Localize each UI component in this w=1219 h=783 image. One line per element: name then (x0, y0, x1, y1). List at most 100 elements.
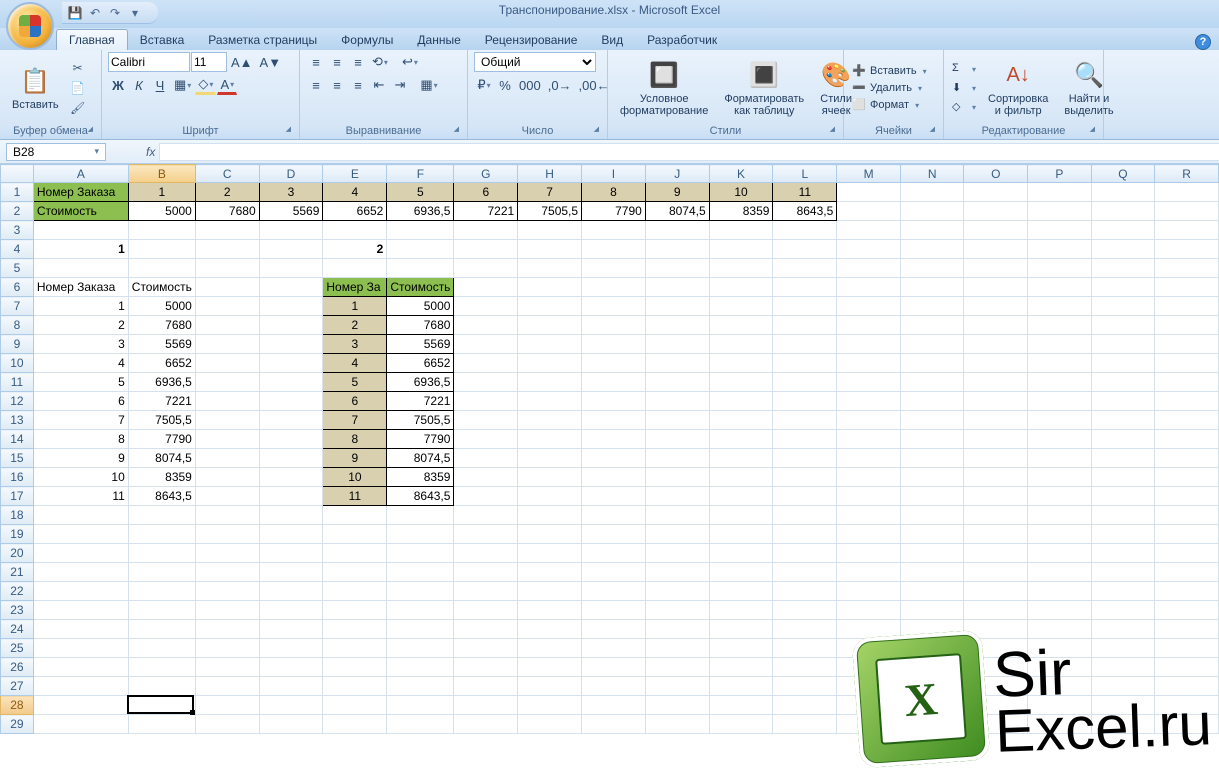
cell-D1[interactable]: 3 (259, 183, 323, 202)
cell-A2[interactable]: Стоимость (33, 202, 128, 221)
cell-O19[interactable] (964, 525, 1028, 544)
tab-insert[interactable]: Вставка (128, 30, 197, 50)
cell-B5[interactable] (128, 259, 195, 278)
italic-button[interactable]: К (129, 75, 149, 95)
cell-R23[interactable] (1155, 601, 1219, 620)
cell-F25[interactable] (387, 639, 454, 658)
cell-G6[interactable] (454, 278, 518, 297)
cell-K13[interactable] (709, 411, 773, 430)
cell-C12[interactable] (195, 392, 259, 411)
cell-M7[interactable] (837, 297, 901, 316)
row-header-27[interactable]: 27 (1, 677, 34, 696)
column-header-P[interactable]: P (1028, 165, 1092, 183)
cell-B21[interactable] (128, 563, 195, 582)
autosum-button[interactable]: Σ (950, 61, 978, 77)
cell-H4[interactable] (518, 240, 582, 259)
cell-B22[interactable] (128, 582, 195, 601)
cell-O1[interactable] (964, 183, 1028, 202)
cell-A13[interactable]: 7 (33, 411, 128, 430)
align-bottom-icon[interactable]: ≡ (348, 52, 368, 72)
cell-G10[interactable] (454, 354, 518, 373)
row-header-21[interactable]: 21 (1, 563, 34, 582)
cell-R1[interactable] (1155, 183, 1219, 202)
cell-C28[interactable] (195, 696, 259, 715)
cell-H1[interactable]: 7 (518, 183, 582, 202)
cell-D23[interactable] (259, 601, 323, 620)
cell-K15[interactable] (709, 449, 773, 468)
cell-R8[interactable] (1155, 316, 1219, 335)
row-header-2[interactable]: 2 (1, 202, 34, 221)
border-dropdown[interactable]: ▦ (171, 75, 194, 95)
align-right-icon[interactable]: ≡ (348, 75, 368, 95)
cell-L6[interactable] (773, 278, 837, 297)
cell-L13[interactable] (773, 411, 837, 430)
formula-bar[interactable] (159, 143, 1219, 161)
cell-E19[interactable] (323, 525, 387, 544)
column-header-M[interactable]: M (837, 165, 901, 183)
row-header-16[interactable]: 16 (1, 468, 34, 487)
column-header-F[interactable]: F (387, 165, 454, 183)
cell-A18[interactable] (33, 506, 128, 525)
cell-H29[interactable] (518, 715, 582, 734)
cell-N14[interactable] (900, 430, 964, 449)
find-select-button[interactable]: 🔍 Найти и выделить (1058, 57, 1119, 119)
cell-E16[interactable]: 10 (323, 468, 387, 487)
cell-C4[interactable] (195, 240, 259, 259)
cell-Q13[interactable] (1091, 411, 1155, 430)
number-format-combo[interactable]: Общий (474, 52, 596, 72)
cell-Q12[interactable] (1091, 392, 1155, 411)
cell-A1[interactable]: Номер Заказа (33, 183, 128, 202)
tab-review[interactable]: Рецензирование (473, 30, 590, 50)
cell-K12[interactable] (709, 392, 773, 411)
cell-H26[interactable] (518, 658, 582, 677)
cell-Q23[interactable] (1091, 601, 1155, 620)
cell-C29[interactable] (195, 715, 259, 734)
cell-G5[interactable] (454, 259, 518, 278)
column-header-K[interactable]: K (709, 165, 773, 183)
cell-Q4[interactable] (1091, 240, 1155, 259)
insert-cells-button[interactable]: ➕Вставить (850, 63, 929, 79)
cell-K11[interactable] (709, 373, 773, 392)
cell-M9[interactable] (837, 335, 901, 354)
cell-N22[interactable] (900, 582, 964, 601)
cell-F12[interactable]: 7221 (387, 392, 454, 411)
cell-R3[interactable] (1155, 221, 1219, 240)
format-as-table-button[interactable]: 🔳 Форматировать как таблицу (718, 57, 810, 119)
cell-C2[interactable]: 7680 (195, 202, 259, 221)
column-header-O[interactable]: O (964, 165, 1028, 183)
cell-B8[interactable]: 7680 (128, 316, 195, 335)
font-name[interactable] (108, 52, 190, 72)
cell-O2[interactable] (964, 202, 1028, 221)
cell-B15[interactable]: 8074,5 (128, 449, 195, 468)
cell-A10[interactable]: 4 (33, 354, 128, 373)
cell-A22[interactable] (33, 582, 128, 601)
row-header-12[interactable]: 12 (1, 392, 34, 411)
underline-button[interactable]: Ч (150, 75, 170, 95)
cell-B14[interactable]: 7790 (128, 430, 195, 449)
row-header-19[interactable]: 19 (1, 525, 34, 544)
cell-H27[interactable] (518, 677, 582, 696)
cell-F9[interactable]: 5569 (387, 335, 454, 354)
cell-Q16[interactable] (1091, 468, 1155, 487)
cell-K28[interactable] (709, 696, 773, 715)
cell-G28[interactable] (454, 696, 518, 715)
cell-D13[interactable] (259, 411, 323, 430)
cell-B28[interactable] (128, 696, 195, 715)
cell-F5[interactable] (387, 259, 454, 278)
paste-button[interactable]: 📋 Вставить (6, 63, 65, 113)
cell-D8[interactable] (259, 316, 323, 335)
cell-A17[interactable]: 11 (33, 487, 128, 506)
cell-J5[interactable] (645, 259, 709, 278)
cell-M6[interactable] (837, 278, 901, 297)
cell-E18[interactable] (323, 506, 387, 525)
cell-E12[interactable]: 6 (323, 392, 387, 411)
cell-O10[interactable] (964, 354, 1028, 373)
cell-O5[interactable] (964, 259, 1028, 278)
cell-D4[interactable] (259, 240, 323, 259)
cell-D26[interactable] (259, 658, 323, 677)
cell-R2[interactable] (1155, 202, 1219, 221)
cell-C25[interactable] (195, 639, 259, 658)
cell-Q2[interactable] (1091, 202, 1155, 221)
cell-A23[interactable] (33, 601, 128, 620)
cell-H15[interactable] (518, 449, 582, 468)
